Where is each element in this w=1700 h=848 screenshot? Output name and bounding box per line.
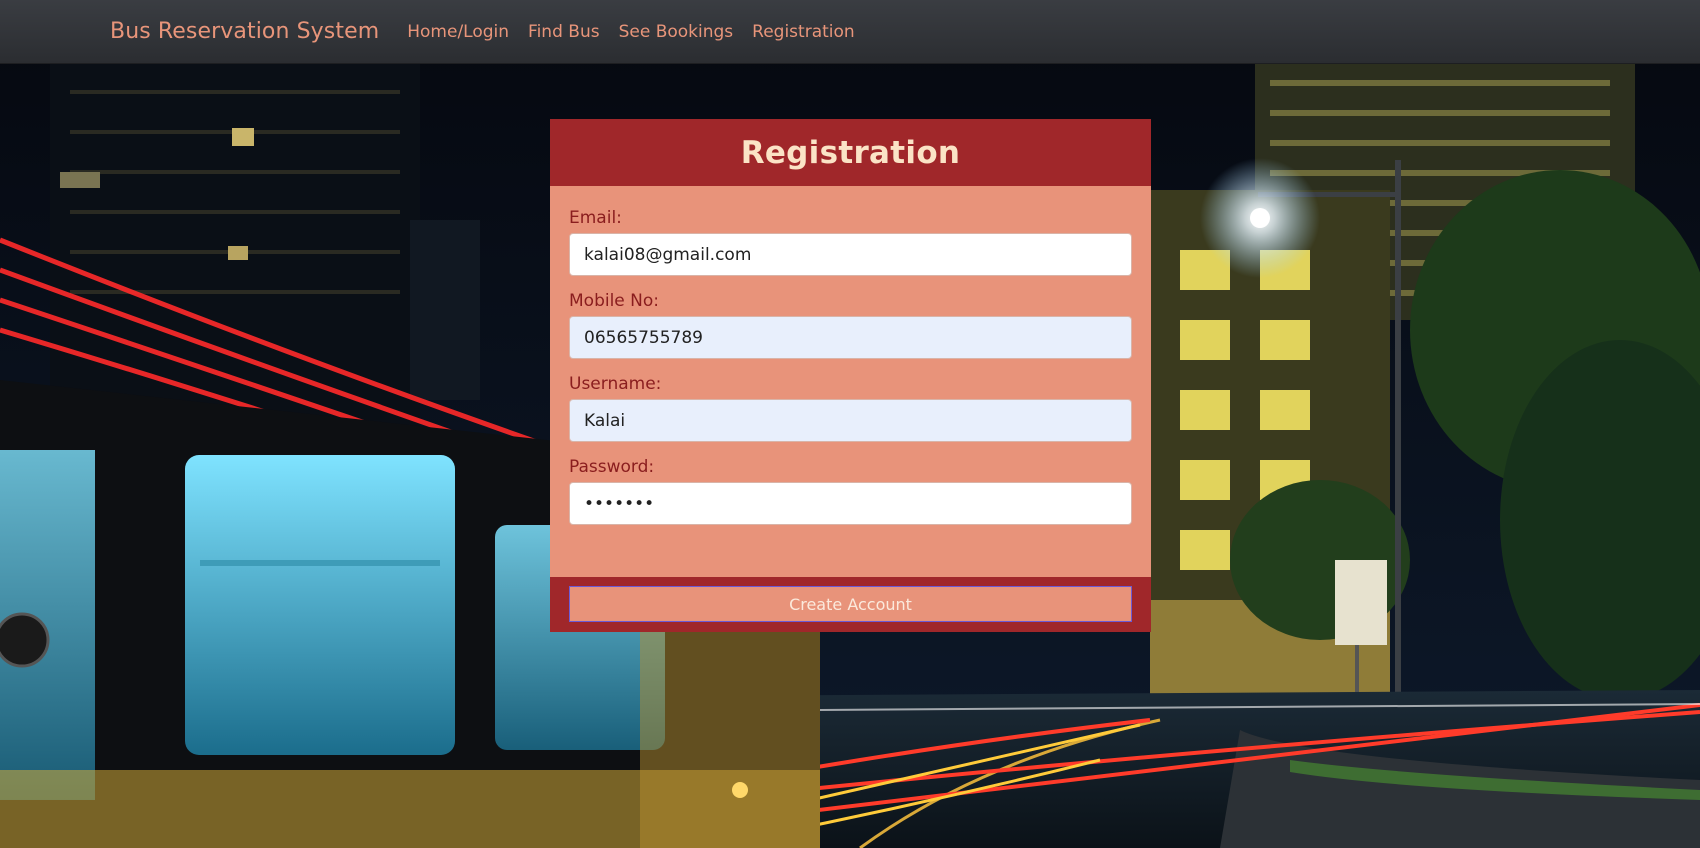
username-input[interactable] [569,399,1132,442]
username-field-group: Username: [569,374,1132,442]
nav-link-home-login[interactable]: Home/Login [407,22,509,42]
mobile-field-group: Mobile No: [569,291,1132,359]
top-navbar: Bus Reservation System Home/Login Find B… [0,0,1700,64]
email-input[interactable] [569,233,1132,276]
password-input[interactable] [569,482,1132,525]
create-account-button[interactable]: Create Account [569,586,1132,622]
registration-card-footer: Create Account [550,577,1151,632]
registration-card: Registration Email: Mobile No: Username:… [550,119,1151,632]
email-field-group: Email: [569,208,1132,276]
username-label: Username: [569,374,662,394]
nav-link-see-bookings[interactable]: See Bookings [619,22,734,42]
password-label: Password: [569,457,655,477]
nav-link-find-bus[interactable]: Find Bus [528,22,600,42]
mobile-input[interactable] [569,316,1132,359]
registration-form: Email: Mobile No: Username: Password: [550,186,1151,525]
mobile-label: Mobile No: [569,291,660,311]
email-label: Email: [569,208,622,228]
page-title: Registration [740,134,961,171]
brand-link[interactable]: Bus Reservation System [110,19,379,44]
registration-card-header: Registration [550,119,1151,186]
nav-link-registration[interactable]: Registration [752,22,855,42]
password-field-group: Password: [569,457,1132,525]
